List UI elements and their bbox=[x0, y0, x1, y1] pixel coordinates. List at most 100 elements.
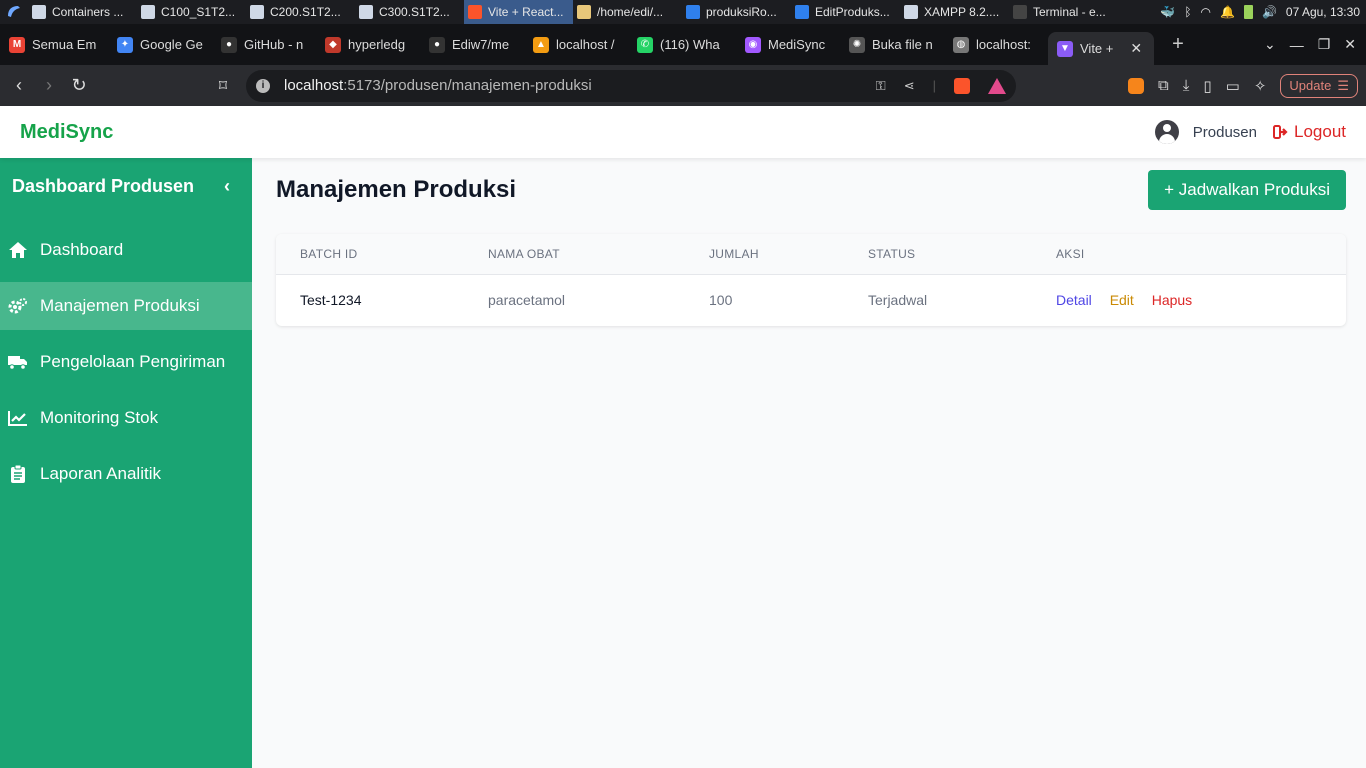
browser-tab[interactable]: ◉ MediSync bbox=[736, 24, 840, 65]
update-label: Update bbox=[1289, 78, 1332, 93]
browser-tab[interactable]: ▲ localhost / bbox=[524, 24, 628, 65]
globe-icon: ◍ bbox=[953, 36, 969, 53]
taskbar-task-label: C100_S1T2... bbox=[161, 5, 236, 19]
navbar-user-area: Produsen Logout bbox=[1154, 120, 1346, 144]
notification-bell-icon[interactable]: 🔔 bbox=[1220, 5, 1235, 19]
sidebar-item-label: Laporan Analitik bbox=[40, 464, 161, 483]
bookmark-icon[interactable]: ⌑ bbox=[208, 76, 238, 96]
taskbar-task[interactable]: Vite + React... bbox=[464, 0, 573, 24]
browser-tab[interactable]: ✺ Buka file n bbox=[840, 24, 944, 65]
tab-list-chevron-icon[interactable]: ⌄ bbox=[1264, 36, 1276, 53]
sidebar-menu: Dashboard Manajemen Produksi Pengelolaan… bbox=[0, 226, 252, 498]
sidebar-item-label: Dashboard bbox=[40, 240, 124, 259]
sidebar: Dashboard Produsen ‹ Dashboard Manajemen… bbox=[0, 158, 252, 768]
start-menu-button[interactable] bbox=[0, 0, 28, 24]
sidebar-item-manajemen-produksi[interactable]: Manajemen Produksi bbox=[0, 282, 252, 330]
home-icon bbox=[8, 240, 28, 260]
wallet-icon[interactable]: ▭ bbox=[1226, 77, 1240, 95]
docker-icon[interactable]: 🐳 bbox=[1160, 5, 1175, 19]
taskbar-task-label: EditProduks... bbox=[815, 5, 890, 19]
reload-icon[interactable]: ↻ bbox=[64, 75, 94, 96]
brave-shields-icon[interactable] bbox=[954, 77, 970, 94]
taskbar-task[interactable]: Terminal - e... bbox=[1009, 0, 1118, 24]
brave-rewards-icon[interactable] bbox=[988, 77, 1006, 94]
truck-icon bbox=[8, 352, 28, 372]
wifi-icon[interactable]: ◠ bbox=[1201, 5, 1211, 19]
github-icon: ● bbox=[429, 36, 445, 53]
browser-tab[interactable]: ● GitHub - n bbox=[212, 24, 316, 65]
sidebar-item-laporan-analitik[interactable]: Laporan Analitik bbox=[0, 450, 252, 498]
update-button[interactable]: Update ☰ bbox=[1280, 73, 1358, 98]
browser-tab[interactable]: ● Ediw7/me bbox=[420, 24, 524, 65]
detail-link[interactable]: Detail bbox=[1056, 292, 1092, 308]
vite-icon: ▼ bbox=[1057, 40, 1073, 57]
metamask-icon[interactable] bbox=[1128, 77, 1145, 94]
brand-logo[interactable]: MediSync bbox=[20, 121, 113, 144]
close-window-icon[interactable]: ✕ bbox=[1344, 36, 1356, 53]
key-icon[interactable]: ⚿ bbox=[876, 78, 886, 94]
taskbar-task[interactable]: EditProduks... bbox=[791, 0, 900, 24]
taskbar-task[interactable]: XAMPP 8.2.... bbox=[900, 0, 1009, 24]
volume-icon[interactable]: 🔊 bbox=[1262, 5, 1277, 19]
schedule-production-button[interactable]: + Jadwalkan Produksi bbox=[1148, 170, 1346, 210]
sidebar-item-dashboard[interactable]: Dashboard bbox=[0, 226, 252, 274]
cell-jumlah: 100 bbox=[709, 292, 733, 309]
forward-icon[interactable]: › bbox=[34, 75, 64, 96]
vscode-icon bbox=[686, 5, 700, 19]
browser-tab[interactable]: ✦ Google Ge bbox=[108, 24, 212, 65]
minimize-icon[interactable]: — bbox=[1290, 37, 1304, 53]
taskbar-task[interactable]: C300.S1T2... bbox=[355, 0, 464, 24]
page-title: Manajemen Produksi bbox=[276, 176, 517, 203]
browser-tab-label: (116) Wha bbox=[660, 37, 720, 52]
taskbar-task[interactable]: C100_S1T2... bbox=[137, 0, 246, 24]
folder-icon bbox=[577, 5, 591, 19]
window-icon bbox=[32, 5, 46, 19]
share-icon[interactable]: ⋖ bbox=[904, 78, 915, 94]
column-header-batch-id: BATCH ID bbox=[276, 234, 464, 275]
delete-link[interactable]: Hapus bbox=[1152, 292, 1192, 308]
taskbar-task[interactable]: C200.S1T2... bbox=[246, 0, 355, 24]
new-tab-button[interactable]: + bbox=[1164, 33, 1192, 56]
taskbar-task[interactable]: Containers ... bbox=[28, 0, 137, 24]
sidebar-item-pengelolaan-pengiriman[interactable]: Pengelolaan Pengiriman bbox=[0, 338, 252, 386]
back-icon[interactable]: ‹ bbox=[4, 75, 34, 96]
taskbar-task[interactable]: produksiRo... bbox=[682, 0, 791, 24]
browser-tab-active[interactable]: ▼ Vite + ✕ bbox=[1048, 32, 1154, 65]
close-tab-icon[interactable]: ✕ bbox=[1130, 40, 1142, 57]
sidebar-item-monitoring-stok[interactable]: Monitoring Stok bbox=[0, 394, 252, 442]
address-bar-actions: ⚿ ⋖ | bbox=[876, 77, 1006, 94]
leo-ai-icon[interactable]: ✧ bbox=[1254, 77, 1267, 95]
bluetooth-icon[interactable]: ᛒ bbox=[1184, 5, 1191, 19]
address-bar[interactable]: i localhost:5173/produsen/manajemen-prod… bbox=[246, 69, 1016, 102]
hamburger-menu-icon: ☰ bbox=[1337, 77, 1349, 93]
clipboard-icon bbox=[8, 464, 28, 484]
browser-tab[interactable]: ✆ (116) Wha bbox=[628, 24, 736, 65]
browser-tab[interactable]: ◆ hyperledg bbox=[316, 24, 420, 65]
browser-toolbar: ‹ › ↻ ⌑ i localhost:5173/produsen/manaje… bbox=[0, 65, 1366, 106]
user-role-label: Produsen bbox=[1192, 123, 1257, 141]
taskbar-task-label: produksiRo... bbox=[706, 5, 777, 19]
edit-link[interactable]: Edit bbox=[1110, 292, 1134, 308]
clock[interactable]: 07 Agu, 13:30 bbox=[1286, 5, 1360, 19]
cell-batch-id: Test-1234 bbox=[300, 292, 362, 309]
browser-tab[interactable]: M Semua Em bbox=[0, 24, 108, 65]
browser-tab-label: hyperledg bbox=[348, 37, 406, 52]
vscode-icon bbox=[795, 5, 809, 19]
taskbar-task-label: /home/edi/... bbox=[597, 5, 664, 19]
logout-button[interactable]: Logout bbox=[1273, 122, 1346, 142]
sidebar-toggle-icon[interactable]: ▯ bbox=[1203, 77, 1211, 95]
browser-tab-strip: M Semua Em ✦ Google Ge ● GitHub - n ◆ hyperledg… bbox=[0, 24, 1366, 65]
app-launcher-icon bbox=[8, 6, 20, 17]
collapse-sidebar-icon[interactable]: ‹ bbox=[224, 176, 240, 197]
download-icon[interactable]: ⤓ bbox=[1183, 77, 1190, 94]
battery-icon[interactable] bbox=[1243, 5, 1253, 19]
maximize-icon[interactable]: ❐ bbox=[1318, 36, 1331, 53]
document-icon bbox=[141, 5, 155, 19]
extensions-puzzle-icon[interactable]: ⧉ bbox=[1158, 77, 1169, 94]
taskbar-task[interactable]: /home/edi/... bbox=[573, 0, 682, 24]
document-icon bbox=[359, 5, 373, 19]
window-controls: ⌄ — ❐ ✕ bbox=[1264, 36, 1366, 53]
site-info-icon[interactable]: i bbox=[256, 78, 270, 93]
document-icon bbox=[250, 5, 264, 19]
browser-tab[interactable]: ◍ localhost: bbox=[944, 24, 1048, 65]
